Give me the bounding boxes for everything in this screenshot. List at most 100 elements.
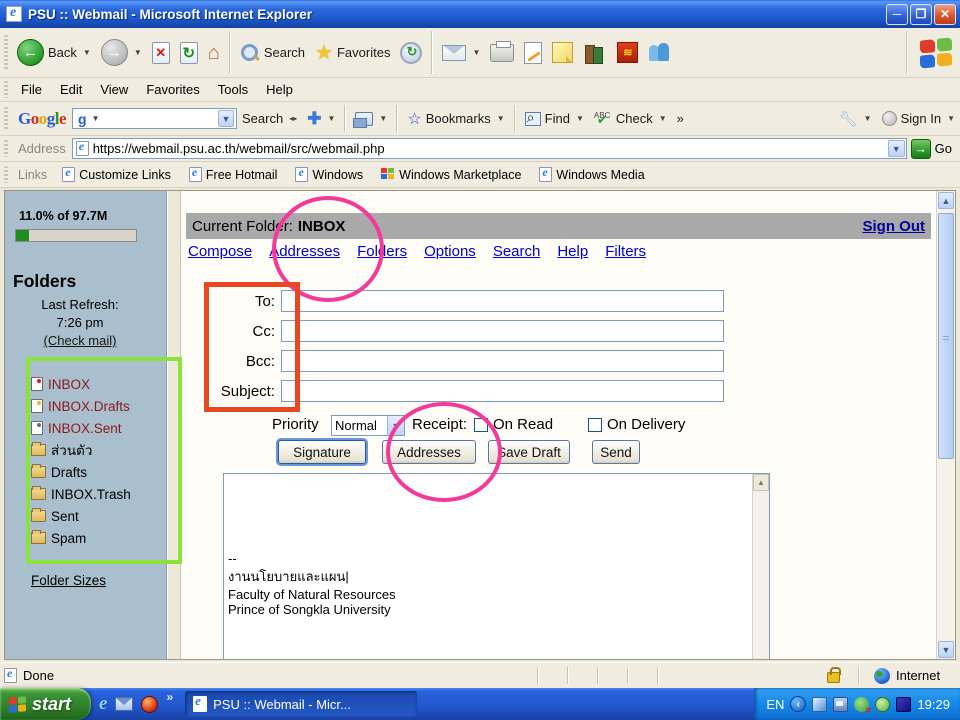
back-dropdown-icon[interactable]: ▼ xyxy=(83,48,91,57)
clock[interactable]: 19:29 xyxy=(917,697,950,712)
google-check-button[interactable]: ABC Check ▼ xyxy=(589,109,672,129)
google-settings-button[interactable]: 🔧︎ ▼ xyxy=(834,108,877,130)
tray-app-icon[interactable] xyxy=(812,696,828,712)
nav-help[interactable]: Help xyxy=(557,243,588,260)
link-windows-marketplace[interactable]: Windows Marketplace xyxy=(372,168,530,182)
scroll-down-button[interactable]: ▼ xyxy=(938,641,954,658)
folder-inbox-drafts[interactable]: INBOX.Drafts xyxy=(31,395,131,417)
menu-file[interactable]: File xyxy=(12,79,51,100)
research-button[interactable] xyxy=(578,41,612,65)
check-dropdown-icon[interactable]: ▼ xyxy=(659,114,667,123)
nav-filters[interactable]: Filters xyxy=(605,243,646,260)
tray-messenger-offline-icon[interactable] xyxy=(854,696,871,715)
mail-button[interactable]: ▼ xyxy=(437,43,485,63)
folder-sent[interactable]: Sent xyxy=(31,505,131,527)
plus-dropdown-icon[interactable]: ▼ xyxy=(328,114,336,123)
menu-help[interactable]: Help xyxy=(257,79,302,100)
refresh-button[interactable]: ↻ xyxy=(175,40,203,66)
cc-input[interactable] xyxy=(281,320,724,342)
nav-compose[interactable]: Compose xyxy=(188,243,252,260)
scroll-up-button[interactable]: ▲ xyxy=(938,192,954,209)
mail-dropdown-icon[interactable]: ▼ xyxy=(472,48,480,57)
scroll-up-icon[interactable]: ▲ xyxy=(753,474,769,491)
save-draft-button[interactable]: Save Draft xyxy=(488,440,570,464)
forward-button[interactable]: → ▼ xyxy=(96,37,147,68)
bookmarks-dropdown-icon[interactable]: ▼ xyxy=(497,114,505,123)
google-g-dropdown-icon[interactable]: ▼ xyxy=(92,114,100,123)
ie-quicklaunch-icon[interactable]: e xyxy=(99,693,107,715)
google-window-button[interactable]: ▼ xyxy=(350,110,392,128)
nav-folders[interactable]: Folders xyxy=(357,243,407,260)
address-input[interactable]: https://webmail.psu.ac.th/webmail/src/we… xyxy=(71,138,907,159)
to-input[interactable] xyxy=(281,290,724,312)
restore-button[interactable]: ❐ xyxy=(910,3,932,25)
tray-program-icon[interactable] xyxy=(896,696,912,712)
folder-inbox[interactable]: INBOX xyxy=(31,373,131,395)
priority-select[interactable]: Normal ▼ xyxy=(331,415,405,436)
subject-input[interactable] xyxy=(281,380,724,402)
toolbar-grip[interactable] xyxy=(4,35,8,70)
page-scrollbar[interactable]: ▲ ▼ xyxy=(936,191,955,659)
notes-button[interactable] xyxy=(547,40,578,65)
menu-edit[interactable]: Edit xyxy=(51,79,91,100)
go-button[interactable]: → Go xyxy=(907,138,960,159)
bcc-input[interactable] xyxy=(281,350,724,372)
scroll-thumb[interactable] xyxy=(938,213,954,459)
linksbar-grip[interactable] xyxy=(4,165,8,184)
folder-drafts[interactable]: Drafts xyxy=(31,461,131,483)
download-manager-button[interactable]: ≋ xyxy=(612,40,643,65)
sign-out-link[interactable]: Sign Out xyxy=(863,218,926,235)
forward-dropdown-icon[interactable]: ▼ xyxy=(134,48,142,57)
google-find-button[interactable]: Find ▼ xyxy=(520,109,589,128)
google-search-input[interactable]: g ▼ ▼ xyxy=(72,108,238,129)
address-dropdown-icon[interactable]: ▼ xyxy=(887,140,905,157)
back-button[interactable]: ← Back ▼ xyxy=(12,37,96,68)
menu-view[interactable]: View xyxy=(91,79,137,100)
menu-favorites[interactable]: Favorites xyxy=(137,79,208,100)
language-indicator[interactable]: EN xyxy=(766,697,784,712)
signature-button[interactable]: Signature xyxy=(278,440,366,464)
browser-quicklaunch-icon[interactable] xyxy=(141,695,159,713)
folder-spam[interactable]: Spam xyxy=(31,527,131,549)
addressbar-grip[interactable] xyxy=(4,139,8,158)
google-signin-button[interactable]: Sign In ▼ xyxy=(877,109,960,128)
tray-network-icon[interactable] xyxy=(833,696,849,712)
check-mail-link[interactable]: (Check mail) xyxy=(5,333,155,348)
signin-dropdown-icon[interactable]: ▼ xyxy=(947,114,955,123)
on-read-checkbox[interactable] xyxy=(474,418,488,432)
stop-button[interactable]: ✕ xyxy=(147,40,175,66)
folder-personal[interactable]: ส่วนตัว xyxy=(31,439,131,461)
folder-sizes-link[interactable]: Folder Sizes xyxy=(31,573,106,588)
message-body-textarea[interactable]: -- งานนโยบายและแผน| Faculty of Natural R… xyxy=(224,474,769,659)
favorites-button[interactable]: ★ Favorites xyxy=(310,38,395,67)
print-button[interactable] xyxy=(485,40,519,64)
google-bookmarks-button[interactable]: ☆ Bookmarks ▼ xyxy=(402,107,509,131)
folder-inbox-trash[interactable]: INBOX.Trash xyxy=(31,483,131,505)
send-button[interactable]: Send xyxy=(592,440,640,464)
search-button[interactable]: Search xyxy=(235,41,310,65)
settings-dropdown-icon[interactable]: ▼ xyxy=(864,114,872,123)
link-free-hotmail[interactable]: Free Hotmail xyxy=(180,165,287,182)
messenger-button[interactable] xyxy=(643,41,675,65)
googlebar-grip[interactable] xyxy=(4,106,8,131)
nav-search[interactable]: Search xyxy=(493,243,541,260)
menu-tools[interactable]: Tools xyxy=(209,79,257,100)
edit-button[interactable] xyxy=(519,40,547,66)
on-delivery-checkbox[interactable] xyxy=(588,418,602,432)
textarea-scrollbar[interactable]: ▲ xyxy=(752,474,769,659)
google-add-button[interactable]: ✚ ▼ xyxy=(302,107,340,131)
link-customize-links[interactable]: Customize Links xyxy=(53,165,180,182)
popup-dropdown-icon[interactable]: ▼ xyxy=(379,114,387,123)
home-button[interactable]: ⌂ xyxy=(203,41,225,65)
mail-quicklaunch-icon[interactable] xyxy=(115,697,134,711)
quicklaunch-overflow-icon[interactable]: » xyxy=(166,690,173,704)
find-dropdown-icon[interactable]: ▼ xyxy=(576,114,584,123)
history-button[interactable] xyxy=(395,40,427,66)
googlebar-overflow-button[interactable]: » xyxy=(672,109,689,128)
nav-addresses[interactable]: Addresses xyxy=(269,243,340,260)
nav-options[interactable]: Options xyxy=(424,243,476,260)
google-search-button[interactable]: Search ◂▸ xyxy=(237,109,302,128)
start-button[interactable]: start xyxy=(0,688,92,720)
link-windows-media[interactable]: Windows Media xyxy=(530,165,653,182)
taskbar-task-webmail[interactable]: PSU :: Webmail - Micr... xyxy=(185,691,418,717)
